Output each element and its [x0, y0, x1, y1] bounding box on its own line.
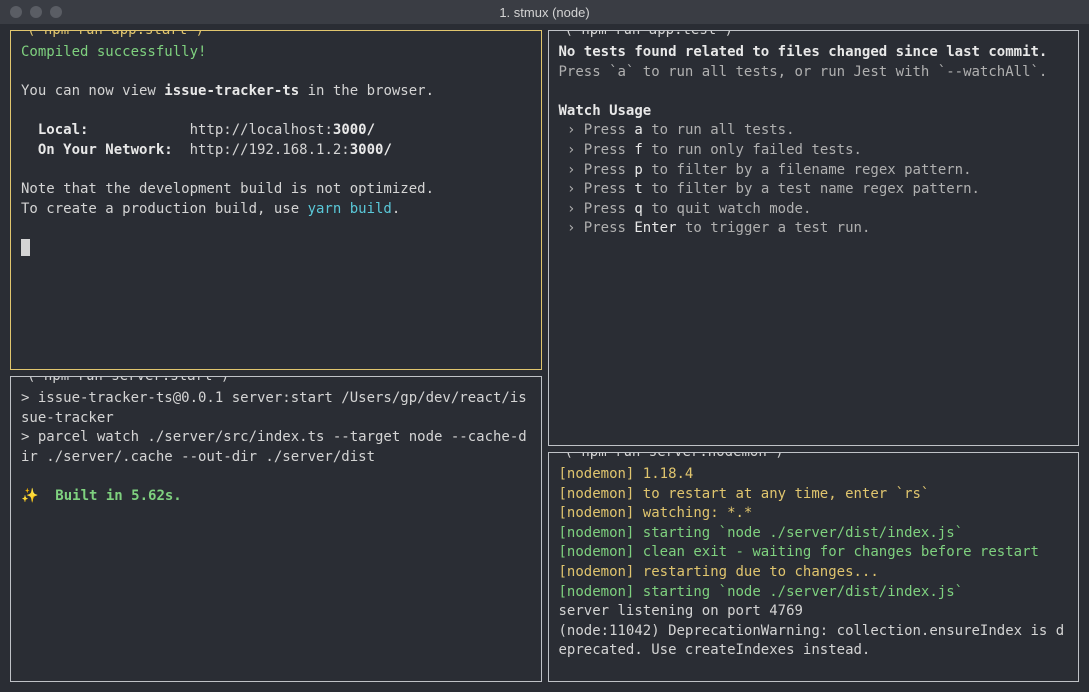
server-log: server listening on port 4769 [559, 603, 803, 619]
pane-label: ( npm run server:nodemon ) [561, 452, 788, 463]
pane-label: ( npm run server:start ) [23, 376, 233, 387]
left-column: ( npm run app:start ) Compiled successfu… [10, 30, 542, 682]
usage-line: › Press f to run only failed tests. [559, 142, 862, 158]
nodemon-line: [nodemon] 1.18.4 [559, 466, 694, 482]
pane-label: ( npm run app:start ) [23, 30, 208, 41]
pane-server-start[interactable]: ( npm run server:start ) > issue-tracker… [10, 376, 542, 682]
usage-line: › Press p to filter by a filename regex … [559, 162, 972, 178]
nodemon-line: [nodemon] starting `node ./server/dist/i… [559, 584, 964, 600]
window-title: 1. stmux (node) [0, 5, 1089, 20]
test-hint: Press `a` to run all tests, or run Jest … [559, 64, 1048, 80]
usage-line: › Press t to filter by a test name regex… [559, 181, 980, 197]
usage-line: › Press q to quit watch mode. [559, 201, 812, 217]
note-line: Note that the development build is not o… [21, 181, 434, 197]
pane-app-test[interactable]: ( npm run app:test ) No tests found rela… [548, 30, 1080, 446]
right-column: ( npm run app:test ) No tests found rela… [548, 30, 1080, 682]
nodemon-line: [nodemon] to restart at any time, enter … [559, 486, 930, 502]
pane-server-nodemon[interactable]: ( npm run server:nodemon ) [nodemon] 1.1… [548, 452, 1080, 682]
network-label: On Your Network: [21, 142, 173, 158]
cursor-icon [21, 239, 30, 256]
pane-label: ( npm run app:test ) [561, 30, 738, 41]
window-titlebar: 1. stmux (node) [0, 0, 1089, 24]
build-status: Built in 5.62s. [55, 488, 181, 504]
cmd-line: > issue-tracker-ts@0.0.1 server:start /U… [21, 390, 527, 426]
nodemon-line: [nodemon] clean exit - waiting for chang… [559, 544, 1039, 560]
pane-app-start[interactable]: ( npm run app:start ) Compiled successfu… [10, 30, 542, 370]
sparkle-icon: ✨ [21, 488, 55, 504]
note-line: To create a production build, use yarn b… [21, 201, 400, 217]
test-status: No tests found related to files changed … [559, 44, 1048, 60]
cmd-line: > parcel watch ./server/src/index.ts --t… [21, 429, 527, 465]
nodemon-line: [nodemon] starting `node ./server/dist/i… [559, 525, 964, 541]
watch-heading: Watch Usage [559, 103, 652, 119]
usage-line: › Press Enter to trigger a test run. [559, 220, 871, 236]
nodemon-line: [nodemon] restarting due to changes... [559, 564, 879, 580]
tmux-workspace: ( npm run app:start ) Compiled successfu… [0, 24, 1089, 692]
compile-status: Compiled successfully! [21, 44, 206, 60]
local-url: http://localhost:3000/ [190, 122, 375, 138]
usage-line: › Press a to run all tests. [559, 122, 795, 138]
nodemon-line: [nodemon] watching: *.* [559, 505, 753, 521]
local-label: Local: [21, 122, 88, 138]
server-log: (node:11042) DeprecationWarning: collect… [559, 623, 1065, 659]
view-text: You can now view issue-tracker-ts in the… [21, 83, 434, 99]
network-url: http://192.168.1.2:3000/ [190, 142, 392, 158]
